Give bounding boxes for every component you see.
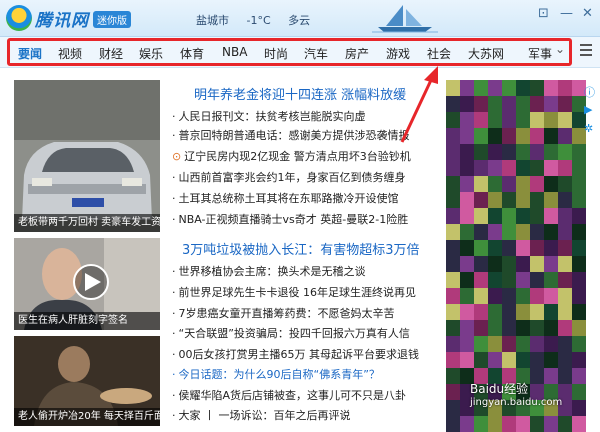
weather-temp: -1°C bbox=[246, 14, 271, 27]
news-item[interactable]: ⊙ 辽宁民房内现2亿现金 警方清点用坏3台验钞机 bbox=[172, 148, 411, 164]
news-item[interactable]: · 普京回特朗普通电话：感谢美方提供涉恐袭情报 bbox=[172, 127, 410, 143]
news-item[interactable]: · 土耳其总统称土耳其将在东耶路撒冷开设使馆 bbox=[172, 190, 399, 206]
minimize-icon[interactable]: — bbox=[560, 6, 573, 21]
boat-icon bbox=[372, 5, 438, 33]
annotation-box bbox=[7, 38, 572, 66]
headline-2[interactable]: 3万吨垃圾被抛入长江：有害物超标3万倍 bbox=[182, 239, 420, 258]
restore-icon[interactable]: ⊡ bbox=[538, 6, 549, 21]
info-icon[interactable]: ⓘ bbox=[584, 84, 595, 100]
share-icon[interactable]: ▶ bbox=[584, 103, 592, 116]
thumb-caption: 老人偷开炉冶20年 每天择百斤面 bbox=[14, 408, 160, 426]
settings-icon[interactable]: ✲ bbox=[584, 122, 593, 135]
title-bar: 腾讯网 迷你版 盐城市 -1°C 多云 ⊡ — ✕ bbox=[0, 0, 600, 37]
logo-icon bbox=[6, 5, 32, 31]
watermark-url: jingyan.baidu.com bbox=[470, 397, 563, 408]
news-item[interactable]: · 世界移植协会主席：换头术是无稽之谈 bbox=[172, 263, 366, 279]
thumb-caption: 老板带两千万回村 卖豪车发工资 bbox=[14, 214, 160, 232]
weather-widget[interactable]: 盐城市 -1°C 多云 bbox=[196, 12, 324, 28]
news-item[interactable]: · 侯耀华陷A货后店铺被查，这事儿可不只是八卦 bbox=[172, 387, 406, 403]
weather-condition: 多云 bbox=[288, 14, 311, 27]
app-logo[interactable]: 腾讯网 迷你版 bbox=[6, 4, 131, 32]
news-item[interactable]: · NBA-正视频直播骑士vs奇才 英超-曼联2-1险胜 bbox=[172, 211, 408, 227]
weather-city: 盐城市 bbox=[196, 14, 229, 27]
mini-badge: 迷你版 bbox=[93, 10, 131, 28]
car-image bbox=[14, 80, 160, 232]
news-item[interactable]: · 山西前首富李兆会约1年，身家百亿到债务缠身 bbox=[172, 169, 406, 185]
logo-text: 腾讯网 bbox=[35, 10, 89, 31]
news-item[interactable]: · 大家 丨 一场诉讼：百年之后再评说 bbox=[172, 407, 351, 423]
news-item[interactable]: · 7岁患癌女童开直播筹药费：不愿爸妈太辛苦 bbox=[172, 305, 395, 321]
thumb-car[interactable]: 老板带两千万回村 卖豪车发工资 bbox=[14, 80, 160, 232]
news-item-topic[interactable]: · 今日话题：为什么90后自称“佛系青年”？ bbox=[172, 366, 380, 382]
menu-icon[interactable] bbox=[580, 44, 592, 59]
watermark: Baidu经验 jingyan.baidu.com bbox=[470, 380, 562, 408]
thumb-doctor[interactable]: 医生在病人肝脏刻字签名 bbox=[14, 238, 160, 330]
close-icon[interactable]: ✕ bbox=[582, 6, 593, 21]
news-item[interactable]: · 人民日报刊文：扶贫考核岂能脱实向虚 bbox=[172, 108, 366, 124]
news-item[interactable]: · 前世界足球先生卡卡退役 16年足球生涯终说再见 bbox=[172, 284, 416, 300]
news-item[interactable]: · “天合联盟”投资骗局：投四千回报六万真有人信 bbox=[172, 325, 410, 341]
watermark-title: Baidu经验 bbox=[470, 382, 529, 396]
thumb-caption: 医生在病人肝脏刻字签名 bbox=[14, 312, 160, 330]
headline-1[interactable]: 明年养老金将迎十四连涨 涨幅料放缓 bbox=[194, 84, 406, 103]
news-item[interactable]: · 00后女孩打赏男主播65万 其母起诉平台要求退钱 bbox=[172, 346, 419, 362]
thumb-elder[interactable]: 老人偷开炉冶20年 每天择百斤面 bbox=[14, 336, 160, 426]
clock-icon: ⊙ bbox=[172, 150, 182, 163]
